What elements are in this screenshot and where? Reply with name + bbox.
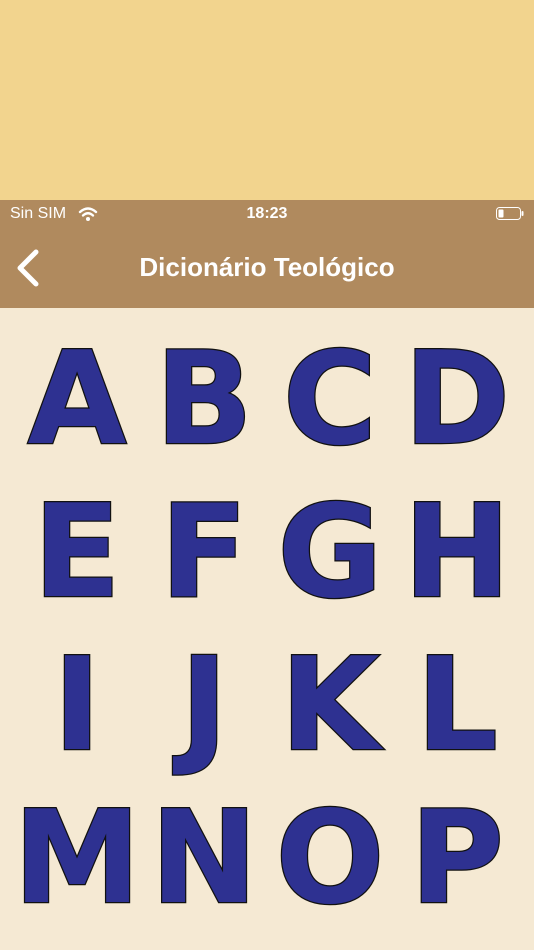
letter-glyph: N <box>150 784 257 933</box>
letter-glyph: I <box>53 631 101 780</box>
letter-glyph: M <box>14 784 141 933</box>
letter-button-c[interactable]: C <box>267 318 394 475</box>
letter-button-i[interactable]: I <box>14 624 141 781</box>
letter-glyph: D <box>404 325 510 474</box>
status-bar: Sin SIM 18:23 <box>0 200 534 228</box>
top-band <box>0 0 534 200</box>
letter-button-d[interactable]: D <box>394 318 521 475</box>
letter-glyph: H <box>403 478 510 627</box>
letter-button-g[interactable]: G <box>267 471 394 628</box>
letter-button-p[interactable]: P <box>394 777 521 934</box>
letter-button-l[interactable]: L <box>394 624 521 781</box>
letter-button-e[interactable]: E <box>14 471 141 628</box>
letter-button-o[interactable]: O <box>267 777 394 934</box>
navigation-bar: Dicionário Teológico <box>0 228 534 308</box>
clock: 18:23 <box>246 205 288 222</box>
letter-button-k[interactable]: K <box>267 624 394 781</box>
letter-glyph: G <box>278 478 383 627</box>
letter-button-b[interactable]: B <box>141 318 268 475</box>
letter-button-m[interactable]: M <box>12 777 142 934</box>
letter-glyph: P <box>410 784 504 933</box>
letter-glyph: A <box>28 325 127 474</box>
letter-button-n[interactable]: N <box>141 777 268 934</box>
battery-icon <box>496 207 524 220</box>
letter-glyph: E <box>34 478 121 627</box>
alphabet-grid: ABCD EFGH IJKL MNOP <box>12 318 521 934</box>
letter-button-a[interactable]: A <box>14 318 141 475</box>
letter-glyph: J <box>172 631 228 780</box>
letter-glyph: B <box>155 325 253 474</box>
letter-button-h[interactable]: H <box>394 471 521 628</box>
page-title: Dicionário Teológico <box>139 252 395 282</box>
letter-glyph: C <box>283 325 377 474</box>
letter-glyph: O <box>276 784 385 933</box>
letter-glyph: F <box>160 478 247 627</box>
letter-glyph: L <box>416 631 498 780</box>
letter-button-f[interactable]: F <box>141 471 268 628</box>
letter-glyph: K <box>281 631 385 780</box>
letter-button-j[interactable]: J <box>141 624 268 781</box>
